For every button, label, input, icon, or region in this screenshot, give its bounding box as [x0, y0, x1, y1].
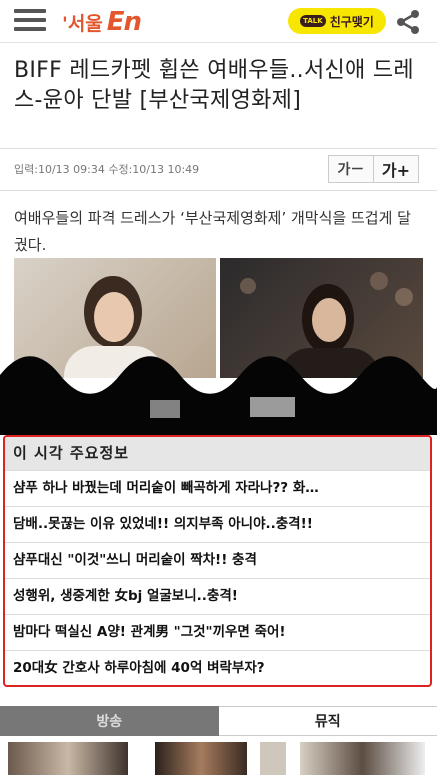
- thumbnail-image[interactable]: [155, 742, 247, 775]
- page: '서울 En TALK 친구맺기 BIFF 레드카펫 휩쓴 여배우들..서신애 …: [0, 0, 437, 775]
- divider: [0, 148, 437, 149]
- kakao-friend-label: 친구맺기: [329, 14, 374, 29]
- logo-en-text: En: [106, 7, 142, 37]
- popup-link[interactable]: 20대女 간호사 하루아침에 40억 벼락부자?: [5, 650, 430, 685]
- article-summary: 여배우들의 파격 드레스가 ‘부산국제영화제’ 개막식을 뜨겁게 달궜다.: [14, 209, 411, 254]
- divider: [0, 190, 437, 191]
- popup-title: 이 시각 주요정보: [5, 437, 430, 470]
- popup-link[interactable]: 샴푸대신 "이것"쓰니 머리숱이 짝차!! 충격: [5, 542, 430, 578]
- thumbnail-image[interactable]: [260, 742, 286, 775]
- font-larger-button[interactable]: 가+: [374, 155, 419, 183]
- thumbnail-image[interactable]: [300, 742, 425, 775]
- share-icon[interactable]: [396, 10, 420, 34]
- popup-link[interactable]: 담배..못끊는 이유 있었네!! 의지부족 아니야..충격!!: [5, 506, 430, 542]
- menu-icon[interactable]: [14, 9, 46, 33]
- popup-link[interactable]: 성행위, 생중계한 女bj 얼굴보니..충격!: [5, 578, 430, 614]
- kakao-talk-icon: TALK: [300, 15, 326, 27]
- logo-korean-text: '서울: [62, 12, 103, 35]
- popup-link[interactable]: 밤마다 떡실신 A양! 관계男 "그것"끼우면 죽어!: [5, 614, 430, 650]
- font-size-controls: 가－ 가+: [328, 155, 419, 183]
- torn-edge-divider: [0, 356, 437, 435]
- top-news-popup: 이 시각 주요정보 샴푸 하나 바꿨는데 머리숱이 빼곡하게 자라나?? 화… …: [3, 435, 432, 687]
- article-headline: BIFF 레드카펫 휩쓴 여배우들..서신애 드레스-윤아 단발 [부산국제영화…: [14, 58, 414, 113]
- tab-broadcast[interactable]: 방송: [0, 706, 219, 736]
- section-tabs: 방송 뮤직: [0, 706, 437, 736]
- kakao-friend-button[interactable]: TALK 친구맺기: [288, 8, 386, 34]
- article-timestamp: 입력:10/13 09:34 수정:10/13 10:49: [14, 163, 200, 176]
- font-smaller-button[interactable]: 가－: [328, 155, 374, 183]
- tab-music[interactable]: 뮤직: [218, 706, 437, 736]
- thumbnail-strip: [0, 742, 437, 775]
- top-header: '서울 En TALK 친구맺기: [0, 0, 437, 43]
- thumbnail-image[interactable]: [8, 742, 128, 775]
- site-logo[interactable]: '서울 En: [62, 7, 142, 37]
- popup-link[interactable]: 샴푸 하나 바꿨는데 머리숱이 빼곡하게 자라나?? 화…: [5, 470, 430, 506]
